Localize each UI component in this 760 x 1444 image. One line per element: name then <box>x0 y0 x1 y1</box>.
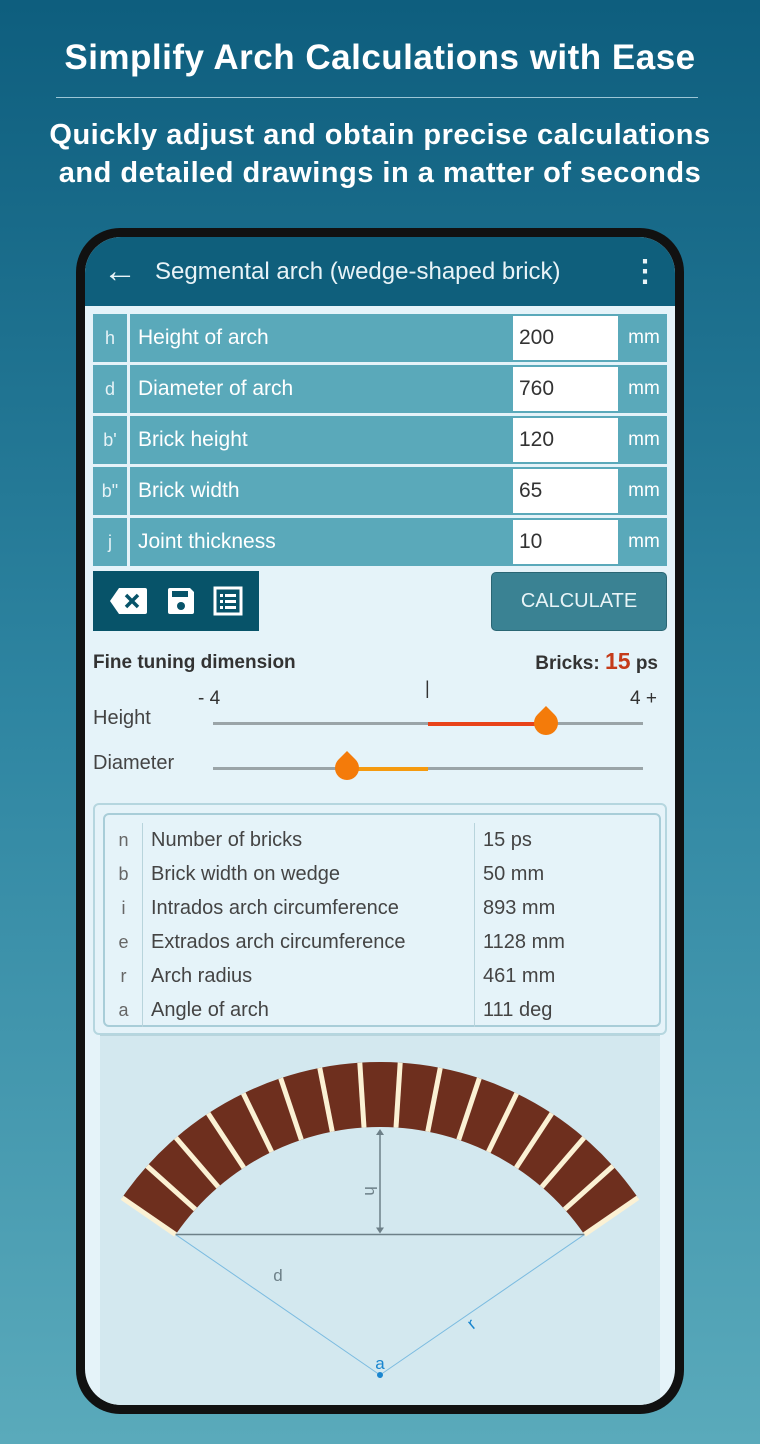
results-panel: n Number of bricks 15 ps b Brick width on we… <box>93 803 667 1035</box>
result-value: 111 deg <box>483 998 553 1021</box>
input-label: Brick width <box>138 479 240 502</box>
input-symbol: d <box>93 365 130 413</box>
input-field[interactable]: 65 <box>513 469 618 513</box>
input-row: b' Brick height 120 mm <box>93 416 667 464</box>
divider <box>56 97 698 98</box>
input-row: j Joint thickness 10 mm <box>93 518 667 566</box>
promo-headline: Simplify Arch Calculations with Ease <box>64 38 696 77</box>
input-unit: mm <box>628 378 660 399</box>
slider-max-label: 4 + <box>630 688 657 709</box>
slider-label: Height <box>93 707 151 729</box>
slider-diameter[interactable] <box>213 751 643 785</box>
result-label: Number of bricks <box>143 823 475 857</box>
input-field[interactable]: 120 <box>513 418 618 462</box>
label-a: a <box>375 1354 385 1373</box>
input-label: Brick height <box>138 428 248 451</box>
input-label: Joint thickness <box>138 530 276 553</box>
result-value: 50 mm <box>483 862 545 885</box>
slider-thumb[interactable] <box>529 706 564 740</box>
result-symbol: e <box>105 925 143 959</box>
bricks-label: Bricks: <box>535 653 600 674</box>
result-row: e Extrados arch circumference 1128 mm <box>105 925 659 959</box>
slider-height[interactable] <box>213 706 643 740</box>
subline-1: Quickly adjust and obtain precise calcul… <box>49 119 711 151</box>
radius-line <box>175 1234 381 1376</box>
input-field[interactable]: 10 <box>513 520 618 564</box>
slider-fill <box>428 721 547 726</box>
result-row: a Angle of arch 111 deg <box>105 993 659 1027</box>
result-value: 461 mm <box>483 964 556 987</box>
list-icon[interactable] <box>213 586 243 616</box>
input-symbol: b' <box>93 416 130 464</box>
result-row: b Brick width on wedge 50 mm <box>105 857 659 891</box>
result-row: i Intrados arch circumference 893 mm <box>105 891 659 925</box>
result-symbol: r <box>105 959 143 993</box>
phone-frame: ← Segmental arch (wedge-shaped brick) ⋮ … <box>76 228 684 1414</box>
subline-2: and detailed drawings in a matter of sec… <box>58 157 702 189</box>
more-vertical-icon[interactable]: ⋮ <box>615 254 675 289</box>
input-label: Diameter of arch <box>138 377 294 400</box>
result-row: n Number of bricks 15 ps <box>105 823 659 857</box>
input-label: Height of arch <box>138 326 269 349</box>
result-symbol: a <box>105 993 143 1027</box>
promo-subline: Quickly adjust and obtain precise calcul… <box>0 116 760 192</box>
floppy-disk-icon[interactable] <box>166 586 196 616</box>
label-h: h <box>361 1186 380 1195</box>
bricks-value: 15 <box>604 648 631 674</box>
fine-tuning-title: Fine tuning dimension <box>93 652 296 673</box>
input-unit: mm <box>628 480 660 501</box>
app-screen: ← Segmental arch (wedge-shaped brick) ⋮ … <box>85 237 675 1405</box>
input-field[interactable]: 760 <box>513 367 618 411</box>
arch-drawing: h d r a <box>100 1035 660 1405</box>
input-row: b" Brick width 65 mm <box>93 467 667 515</box>
input-unit: mm <box>628 327 660 348</box>
input-unit: mm <box>628 531 660 552</box>
arrow-left-icon[interactable]: ← <box>85 252 155 291</box>
result-symbol: n <box>105 823 143 857</box>
bricks-count: Bricks: 15 ps <box>535 648 658 675</box>
result-label: Brick width on wedge <box>143 857 475 891</box>
slider-thumb[interactable] <box>330 751 365 785</box>
input-unit: mm <box>628 429 660 450</box>
result-label: Intrados arch circumference <box>143 891 475 925</box>
result-symbol: b <box>105 857 143 891</box>
input-symbol: h <box>93 314 130 362</box>
results-table: n Number of bricks 15 ps b Brick width on we… <box>103 813 661 1027</box>
slider-center-mark: | <box>425 678 430 698</box>
input-table: h Height of arch 200 mm d Diameter of arch 760… <box>93 314 667 569</box>
app-bar: ← Segmental arch (wedge-shaped brick) ⋮ <box>85 237 675 306</box>
slider-min-label: - 4 <box>198 688 221 709</box>
toolbar <box>93 571 259 631</box>
result-label: Arch radius <box>143 959 475 993</box>
radius-line <box>379 1234 585 1376</box>
result-row: r Arch radius 461 mm <box>105 959 659 993</box>
label-d: d <box>273 1266 282 1285</box>
input-symbol: j <box>93 518 130 566</box>
result-symbol: i <box>105 891 143 925</box>
result-value: 15 ps <box>483 828 532 851</box>
screen-title: Segmental arch (wedge-shaped brick) <box>155 257 561 285</box>
slider-label: Diameter <box>93 752 175 774</box>
input-field[interactable]: 200 <box>513 316 618 360</box>
arch-svg: h d r a <box>120 1062 640 1378</box>
calculate-button[interactable]: CALCULATE <box>491 572 667 631</box>
result-label: Extrados arch circumference <box>143 925 475 959</box>
result-value: 893 mm <box>483 896 556 919</box>
input-row: h Height of arch 200 mm <box>93 314 667 362</box>
input-symbol: b" <box>93 467 130 515</box>
bricks-unit: ps <box>635 653 658 674</box>
result-value: 1128 mm <box>483 930 565 953</box>
backspace-x-icon[interactable] <box>109 586 149 616</box>
input-row: d Diameter of arch 760 mm <box>93 365 667 413</box>
result-label: Angle of arch <box>143 993 475 1027</box>
label-r: r <box>463 1314 480 1332</box>
